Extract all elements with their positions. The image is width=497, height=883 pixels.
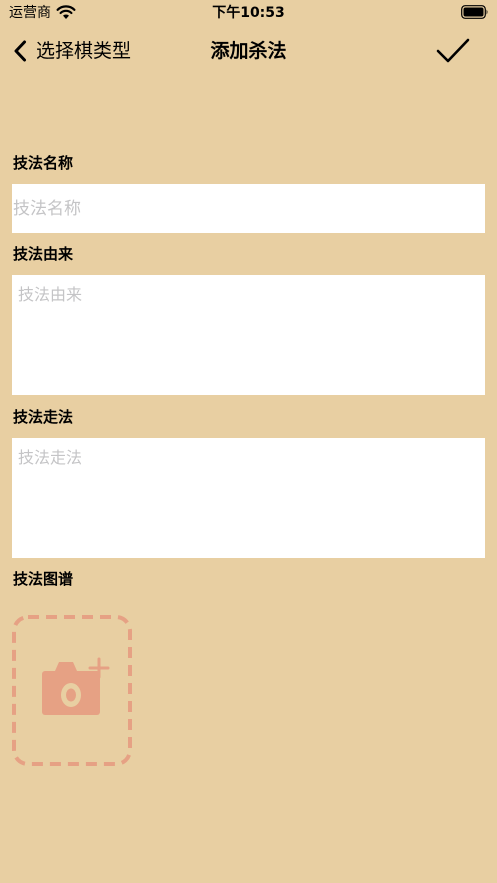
diagram-label: 技法图谱	[13, 570, 74, 588]
page-title: 添加杀法	[210, 40, 287, 62]
status-time: 下午10:53	[212, 5, 285, 21]
battery-icon	[461, 5, 488, 19]
status-bar: 运营商 下午10:53	[0, 0, 497, 26]
name-input[interactable]	[12, 184, 485, 233]
origin-label: 技法由来	[13, 245, 74, 263]
moves-textarea[interactable]	[12, 438, 485, 558]
navigation-bar: 选择棋类型 添加杀法	[0, 26, 497, 76]
origin-textarea[interactable]	[12, 275, 485, 395]
add-photo-button[interactable]	[12, 615, 132, 766]
name-label: 技法名称	[13, 154, 74, 172]
moves-label: 技法走法	[13, 408, 74, 426]
checkmark-icon[interactable]	[435, 36, 471, 66]
camera-plus-icon	[42, 657, 110, 715]
